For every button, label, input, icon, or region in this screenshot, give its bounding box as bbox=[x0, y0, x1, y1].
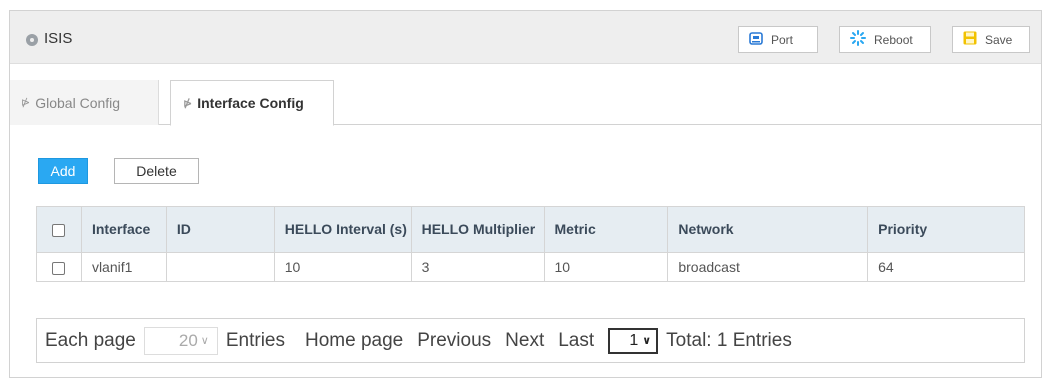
reboot-icon bbox=[850, 30, 866, 49]
port-button-label: Port bbox=[771, 32, 794, 47]
table-header-row: Interface ID HELLO Interval (s) HELLO Mu… bbox=[36, 206, 1025, 253]
cell-metric: 10 bbox=[543, 252, 669, 282]
page-size-value: 20 bbox=[178, 330, 198, 350]
cell-hello-multiplier: 3 bbox=[410, 252, 545, 282]
isis-panel: ISIS Port Reboot Save ⋫ Global Config ⋫ … bbox=[9, 10, 1042, 378]
total-entries-label: Total: 1 Entries bbox=[666, 329, 792, 351]
cell-network: broadcast bbox=[667, 252, 869, 282]
each-page-label: Each page bbox=[45, 329, 136, 351]
home-page-link[interactable]: Home page bbox=[305, 330, 403, 352]
chevron-down-icon: ∨ bbox=[642, 335, 652, 347]
col-priority: Priority bbox=[867, 206, 1025, 253]
port-button[interactable]: Port bbox=[738, 26, 818, 53]
last-page-link[interactable]: Last bbox=[558, 330, 594, 352]
save-icon bbox=[963, 31, 977, 48]
reboot-button[interactable]: Reboot bbox=[839, 26, 931, 53]
save-button-label: Save bbox=[985, 32, 1013, 47]
select-all-cell bbox=[36, 206, 82, 253]
circle-icon bbox=[26, 34, 38, 46]
tab-bar: ⋫ Global Config ⋫ Interface Config bbox=[10, 80, 1041, 126]
tab-label: Interface Config bbox=[197, 95, 304, 111]
row-select-cell bbox=[36, 252, 82, 282]
cell-interface: vlanif1 bbox=[80, 252, 167, 282]
select-all-checkbox[interactable] bbox=[52, 223, 66, 237]
col-network: Network bbox=[667, 206, 869, 253]
current-page-value: 1 bbox=[629, 331, 639, 349]
row-checkbox[interactable] bbox=[52, 261, 66, 275]
col-id: ID bbox=[165, 206, 275, 253]
page-title: ISIS bbox=[44, 30, 73, 47]
delete-button[interactable]: Delete bbox=[114, 158, 199, 184]
tab-interface-config[interactable]: ⋫ Interface Config bbox=[170, 80, 334, 126]
chevron-right-icon: ⋫ bbox=[21, 97, 31, 109]
previous-page-link[interactable]: Previous bbox=[417, 330, 491, 352]
chevron-down-icon: ∨ bbox=[200, 335, 209, 347]
col-interface: Interface bbox=[80, 206, 167, 253]
cell-priority: 64 bbox=[867, 252, 1025, 282]
interface-table: Interface ID HELLO Interval (s) HELLO Mu… bbox=[36, 206, 1025, 282]
col-metric: Metric bbox=[543, 206, 669, 253]
reboot-button-label: Reboot bbox=[874, 32, 913, 47]
chevron-right-icon: ⋫ bbox=[183, 97, 193, 110]
panel-header: ISIS Port Reboot Save bbox=[10, 11, 1041, 64]
cell-hello-interval: 10 bbox=[273, 252, 412, 282]
entries-label: Entries bbox=[225, 329, 285, 351]
next-page-link[interactable]: Next bbox=[505, 330, 544, 352]
current-page-select[interactable]: 1 ∨ bbox=[608, 327, 659, 354]
cell-id bbox=[165, 252, 275, 282]
tab-global-config[interactable]: ⋫ Global Config bbox=[10, 80, 159, 125]
add-button[interactable]: Add bbox=[38, 158, 88, 184]
pagination-bar: Each page 20 ∨ Entries Home page Previou… bbox=[36, 318, 1025, 363]
page-size-select[interactable]: 20 ∨ bbox=[143, 326, 218, 355]
col-hello-multiplier: HELLO Multiplier bbox=[410, 206, 545, 253]
save-button[interactable]: Save bbox=[952, 26, 1030, 53]
tab-label: Global Config bbox=[35, 94, 121, 111]
table-row[interactable]: vlanif1 10 3 10 broadcast 64 bbox=[36, 252, 1025, 282]
port-icon bbox=[749, 31, 763, 48]
col-hello-interval: HELLO Interval (s) bbox=[273, 206, 412, 253]
